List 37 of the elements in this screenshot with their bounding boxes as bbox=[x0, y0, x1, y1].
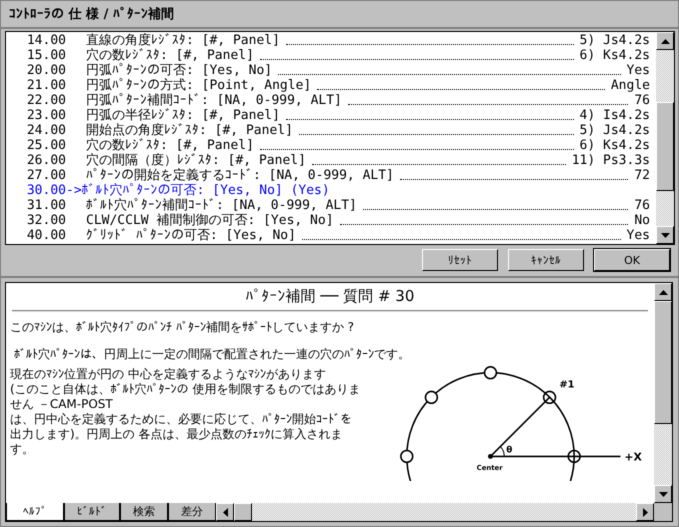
dialog-button[interactable]: OK bbox=[594, 249, 670, 271]
left-arrow-icon bbox=[222, 508, 228, 516]
down-arrow-icon bbox=[658, 492, 668, 496]
window-title: ｺﾝﾄﾛｰﾗの 仕 様 / ﾊﾟﾀｰﾝ補間 bbox=[9, 6, 174, 23]
list-row[interactable]: 24.00 開始点の角度ﾚｼﾞｽﾀ: [#, Panel] 5) Js4.2s bbox=[6, 123, 656, 138]
list-row[interactable]: 25.00 穴の数ﾚｼﾞｽﾀ: [#, Panel] 6) Ks4.2s bbox=[6, 138, 656, 153]
list-row[interactable]: 32.00 CLW/CCLW 補間制御の可否: [Yes, No] No bbox=[6, 213, 656, 228]
list-row[interactable]: 27.00 ﾊﾟﾀｰﾝの開始を定義するｺｰﾄﾞ: [NA, 0-999, ALT] 72 bbox=[6, 168, 656, 183]
right-arrow-icon bbox=[642, 508, 648, 516]
tab[interactable]: 差分 bbox=[168, 503, 216, 521]
list-row[interactable]: 23.00 円弧の半径ﾚｼﾞｽﾀ: [#, Panel] 4) Is4.2s bbox=[6, 108, 656, 123]
help-paragraph: 現在のﾏｼﾝ位置が円の 中心を定義するようなﾏｼﾝがあります (このこと自体は、ﾎﾞﾙﾄ穴ﾊﾟﾀｰﾝの 使用を制限するものではありません －CAM-POST は、円中心を定義するために、必要に応じて、ﾊﾟﾀｰﾝ開始ｺｰﾄﾞを出力します)。円周上の 各点は、最少点数のﾁｪｯｸに算入されます。 bbox=[10, 367, 362, 458]
list-row[interactable]: 15.00 穴の数ﾚｼﾞｽﾀ: [#, Panel] 6) Ks4.2s bbox=[6, 48, 656, 63]
list-row[interactable]: 30.00->ﾎﾞﾙﾄ穴ﾊﾟﾀｰﾝの可否: [Yes, No] (Yes) bbox=[6, 183, 656, 198]
list-row[interactable]: 26.00 穴の間隔（度）ﾚｼﾞｽﾀ: [#, Panel] 11) Ps3.3s bbox=[6, 153, 656, 168]
dialog-button[interactable]: ｷｬﾝｾﾙ bbox=[508, 249, 584, 271]
list-row[interactable]: 22.00 円弧ﾊﾟﾀｰﾝ補間ｺｰﾄﾞ: [NA, 0-999, ALT] 76 bbox=[6, 93, 656, 108]
list-row[interactable]: 40.00 ｸﾞﾘｯﾄﾞ ﾊﾟﾀｰﾝの可否: [Yes, No] Yes bbox=[6, 228, 656, 243]
scrollbar[interactable] bbox=[656, 32, 674, 244]
up-arrow-icon bbox=[660, 38, 670, 44]
tab-scroll-button[interactable] bbox=[216, 503, 234, 521]
dialog-button[interactable]: ﾘｾｯﾄ bbox=[422, 249, 498, 271]
down-arrow-icon bbox=[660, 232, 670, 238]
horizontal-scrollbar[interactable] bbox=[252, 503, 654, 521]
tab-scroll-button[interactable] bbox=[234, 503, 252, 521]
help-heading: ﾊﾟﾀｰﾝ補間 ── 質問 # 30 bbox=[244, 286, 416, 307]
tab[interactable]: 検索 bbox=[120, 503, 168, 521]
intro-text: ﾎﾞﾙﾄ穴ﾊﾟﾀｰﾝは、円周上に一定の間隔で配置された一連の穴のﾊﾟﾀｰﾝです。 bbox=[13, 347, 411, 362]
question-text: このﾏｼﾝは、ﾎﾞﾙﾄ穴ﾀｲﾌﾟのﾊﾟﾝﾁ ﾊﾟﾀｰﾝ補間をｻﾎﾟｰﾄしていますか ? bbox=[10, 320, 355, 335]
tab[interactable]: ﾍﾙﾌﾟ bbox=[6, 503, 64, 521]
list-row[interactable]: 20.00 円弧ﾊﾟﾀｰﾝの可否: [Yes, No] Yes bbox=[6, 63, 656, 78]
help-scrollbar[interactable] bbox=[654, 283, 672, 503]
list-row[interactable]: 14.00 直線の角度ﾚｼﾞｽﾀ: [#, Panel] 5) Js4.2s bbox=[6, 33, 656, 48]
list-row[interactable]: 31.00 ﾎﾞﾙﾄ穴ﾊﾟﾀｰﾝ補間ｺｰﾄﾞ: [NA, 0-999, ALT] 76 bbox=[6, 198, 656, 213]
tab[interactable]: ﾋﾞﾙﾄﾞ bbox=[64, 503, 120, 521]
list-row[interactable]: 21.00 円弧ﾊﾟﾀｰﾝの方式: [Point, Angle] Angle bbox=[6, 78, 656, 93]
up-arrow-icon bbox=[658, 290, 668, 294]
